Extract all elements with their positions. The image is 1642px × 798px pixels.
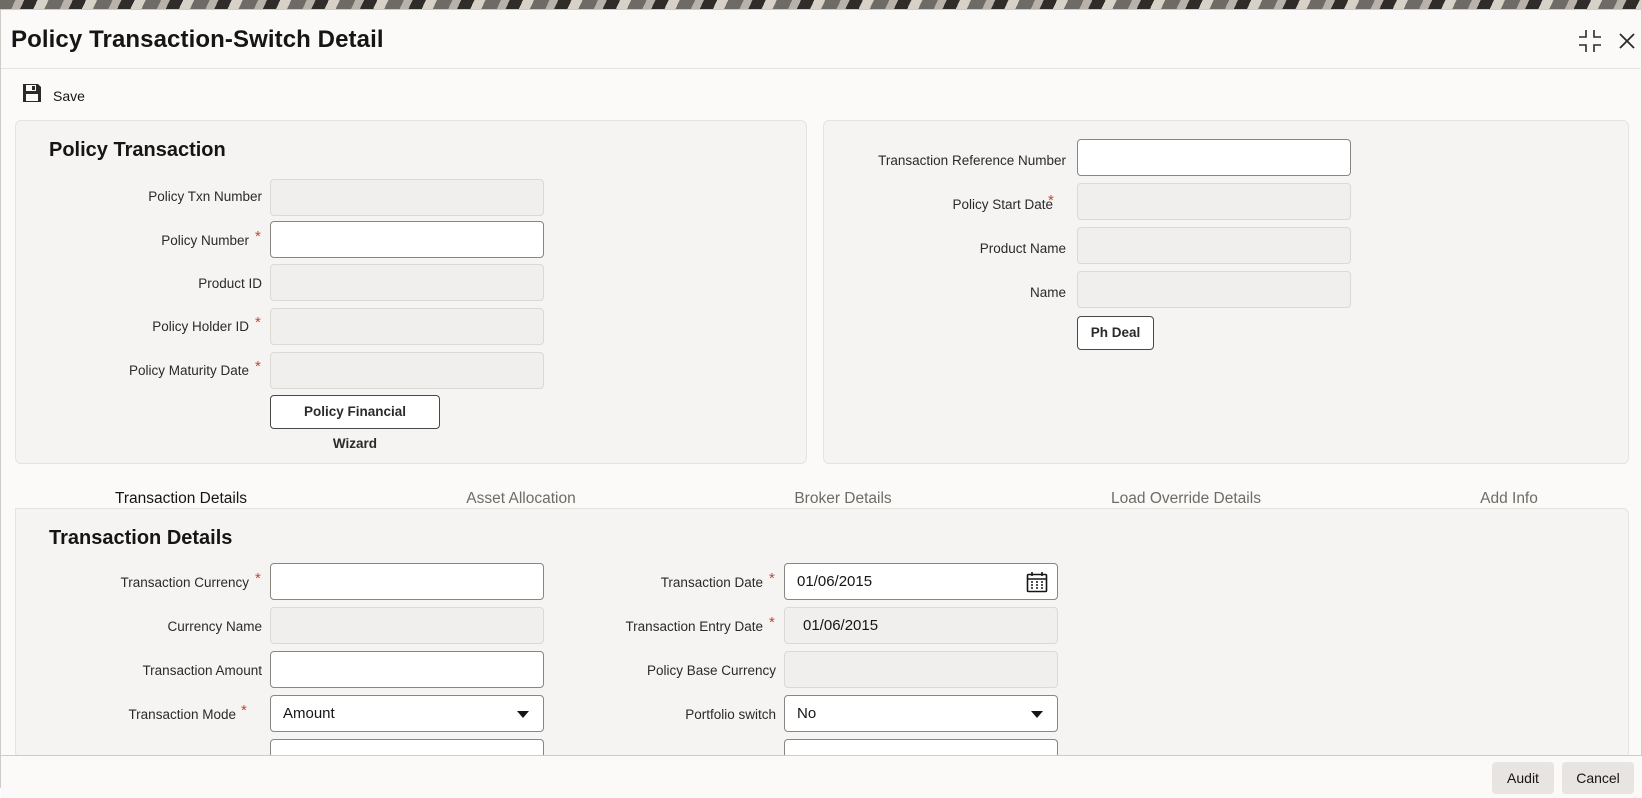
policy-financial-wizard-button[interactable]: Policy Financial Wizard [270,395,440,451]
required-marker: * [255,570,261,587]
policy-base-currency-field [784,651,1058,688]
transaction-amount-label: Transaction Amount [142,663,262,678]
required-marker: * [769,614,775,631]
policy-base-currency-label: Policy Base Currency [646,663,776,678]
product-id-label: Product ID [198,276,262,291]
product-id-field [270,264,544,301]
transaction-currency-input[interactable] [270,563,544,600]
audit-button[interactable]: Audit [1492,762,1554,794]
required-marker: * [1048,192,1054,209]
product-name-label: Product Name [979,241,1066,256]
transaction-currency-label: Transaction Currency [120,575,249,590]
chevron-down-icon [1031,711,1043,718]
required-marker: * [255,228,261,245]
policy-transaction-heading: Policy Transaction [49,139,226,161]
policy-start-date-field [1077,183,1351,220]
name-field [1077,271,1351,308]
chevron-down-icon [517,711,529,718]
transaction-mode-value: Amount [283,705,335,722]
transaction-date-label: Transaction Date [660,575,763,590]
footer-bar: Audit Cancel [1,755,1642,798]
transaction-mode-select[interactable]: Amount [270,695,544,732]
required-marker: * [255,314,261,331]
policy-holder-id-field [270,308,544,345]
policy-holder-id-label: Policy Holder ID [152,319,249,334]
policy-txn-number-field [270,179,544,216]
transaction-entry-date-field: 01/06/2015 [784,607,1058,644]
policy-transaction-panel: Policy Transaction Policy Txn Number Pol… [15,120,807,464]
portfolio-switch-label: Portfolio switch [685,707,776,722]
transaction-reference-number-label: Transaction Reference Number [878,153,1066,168]
transaction-entry-date-label: Transaction Entry Date [625,619,763,634]
policy-number-input[interactable] [270,221,544,258]
transaction-date-value: 01/06/2015 [797,573,873,590]
required-marker: * [769,570,775,587]
currency-name-label: Currency Name [167,619,262,634]
product-name-field [1077,227,1351,264]
save-label: Save [53,87,85,104]
transaction-date-input[interactable]: 01/06/2015 [784,563,1058,600]
transaction-reference-panel: Transaction Reference Number Policy Star… [823,120,1629,464]
portfolio-switch-select[interactable]: No [784,695,1058,732]
dialog-window: Policy Transaction-Switch Detail Save Po… [0,9,1642,798]
top-banner-strip [0,0,1642,9]
required-marker: * [255,358,261,375]
calendar-icon[interactable] [1026,571,1048,606]
transaction-details-panel: Transaction Details Transaction Currency… [15,508,1629,759]
save-icon [21,82,43,109]
required-marker: * [241,702,247,719]
policy-maturity-date-label: Policy Maturity Date [128,363,249,378]
maximize-icon[interactable] [1577,28,1603,54]
currency-name-field [270,607,544,644]
ph-deal-button[interactable]: Ph Deal [1077,316,1154,350]
close-icon[interactable] [1614,28,1640,54]
name-label: Name [1029,285,1066,300]
transaction-reference-number-input[interactable] [1077,139,1351,176]
policy-maturity-date-field [270,352,544,389]
title-divider [1,68,1642,69]
transaction-amount-input[interactable] [270,651,544,688]
save-button[interactable]: Save [21,82,85,109]
policy-start-date-label: Policy Start Date [952,197,1053,212]
transaction-details-heading: Transaction Details [49,527,233,549]
transaction-mode-label: Transaction Mode [128,707,236,722]
portfolio-switch-value: No [797,705,817,722]
policy-txn-number-label: Policy Txn Number [148,189,262,204]
policy-number-label: Policy Number [161,233,249,248]
cancel-button[interactable]: Cancel [1562,762,1634,794]
page-title: Policy Transaction-Switch Detail [11,26,384,53]
